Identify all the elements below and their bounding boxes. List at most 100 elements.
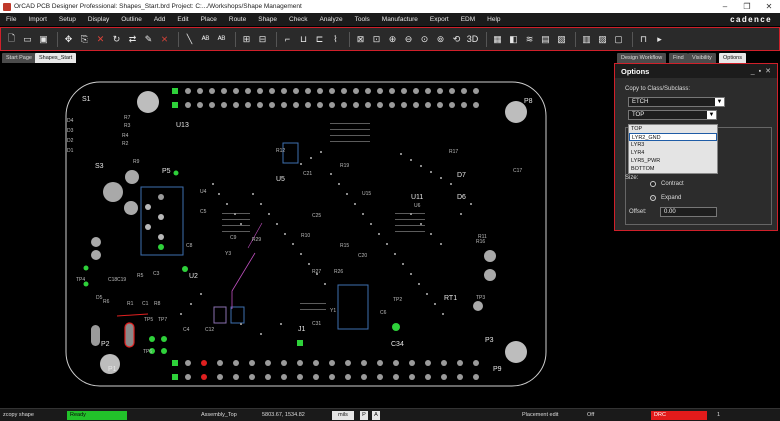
open-folder-icon[interactable]: ▭ [21, 33, 34, 46]
tab-shapes-start[interactable]: Shapes_Start [35, 53, 77, 63]
minimize-panel-icon[interactable]: _ [751, 68, 755, 75]
active-subclass[interactable]: Assembly_Top [201, 411, 237, 420]
menu-edm[interactable]: EDM [455, 16, 481, 23]
menu-shape[interactable]: Shape [252, 16, 283, 23]
refdes-label: U2 [189, 273, 198, 280]
menu-setup[interactable]: Setup [53, 16, 82, 23]
tab-start-page[interactable]: Start Page [2, 53, 36, 63]
chip-u5 [282, 142, 299, 164]
color-dialog-icon[interactable]: ▦ [491, 33, 504, 46]
toolbar-overflow-icon[interactable]: ▸ [653, 33, 666, 46]
slide-icon[interactable]: ⊔ [297, 33, 310, 46]
zoom-in-icon[interactable]: ⊕ [386, 33, 399, 46]
shadow-mode-icon[interactable]: ◧ [507, 33, 520, 46]
status-bar: zcopy shape Ready Assembly_Top 5803.67, … [0, 408, 780, 421]
subclass-option-lyr3[interactable]: LYR3 [629, 141, 717, 149]
spin-icon[interactable]: ↻ [110, 33, 123, 46]
measure-icon[interactable]: ▢ [612, 33, 625, 46]
refdes-label: R1 [127, 301, 134, 307]
menu-export[interactable]: Export [424, 16, 455, 23]
add-line-icon[interactable]: ╲ [183, 33, 196, 46]
grid-snap-icon[interactable]: ⊞ [240, 33, 253, 46]
subclass-select[interactable]: TOP ▼ [628, 110, 717, 120]
add-connect-icon[interactable]: ⌐ [281, 33, 294, 46]
delete-icon[interactable]: ✕ [94, 33, 107, 46]
tab-options[interactable]: Options [719, 53, 746, 63]
delay-tune-icon[interactable]: ⊏ [313, 33, 326, 46]
new-file-icon[interactable]: 🗋 [5, 33, 18, 46]
place-manual-icon[interactable]: ⊓ [637, 33, 650, 46]
subclass-option-top[interactable]: TOP [629, 125, 717, 133]
menu-help[interactable]: Help [481, 16, 506, 23]
p-button[interactable]: P [360, 411, 368, 420]
add-text-icon[interactable]: ᴬᴮ [199, 33, 212, 46]
zoom-window-icon[interactable]: ⊡ [370, 33, 383, 46]
zoom-fit-icon[interactable]: ⊠ [354, 33, 367, 46]
view-3d-icon[interactable]: 3D [466, 33, 479, 46]
mirror-icon[interactable]: ⇄ [126, 33, 139, 46]
edit-text-icon[interactable]: ᴬᴮ [215, 33, 228, 46]
menu-check[interactable]: Check [283, 16, 313, 23]
move-icon[interactable]: ✥ [62, 33, 75, 46]
refdes-label: P5 [162, 168, 171, 175]
custom-smooth-icon[interactable]: ⌇ [329, 33, 342, 46]
refdes-label: D5 [96, 295, 103, 301]
close-button[interactable]: ✕ [758, 2, 780, 11]
menu-place[interactable]: Place [195, 16, 223, 23]
design-canvas[interactable]: S1 P8 U13 D4 D3 D2 D1 R7 R3 C3 P5 S3 U5 … [0, 63, 613, 408]
menu-tools[interactable]: Tools [349, 16, 376, 23]
a-button[interactable]: A [372, 411, 380, 420]
connector-pins [145, 194, 164, 250]
subclass-option-lyr2-gnd[interactable]: LYR2_GND [629, 133, 717, 141]
refdes-label: C12 [205, 327, 215, 333]
mounting-hole [124, 201, 138, 215]
menu-analyze[interactable]: Analyze [313, 16, 348, 23]
subclass-option-bottom[interactable]: BOTTOM [629, 165, 717, 173]
drc-update-icon[interactable]: ▨ [596, 33, 609, 46]
ready-indicator: Ready [67, 411, 127, 420]
toolbar-separator [486, 31, 487, 47]
mounting-hole [103, 182, 123, 202]
menu-add[interactable]: Add [148, 16, 172, 23]
contract-radio[interactable]: Contract [650, 181, 684, 187]
subclass-option-lyr4[interactable]: LYR4 [629, 149, 717, 157]
dashboard-icon[interactable]: ▧ [555, 33, 568, 46]
refdes-label: C19 [117, 277, 127, 283]
menu-manufacture[interactable]: Manufacture [376, 16, 424, 23]
align-icon[interactable]: ⊟ [256, 33, 269, 46]
tab-find[interactable]: Find [669, 53, 688, 63]
refdes-label: C1 [142, 301, 149, 307]
pin-icon[interactable]: ✎ [142, 33, 155, 46]
redraw-icon[interactable]: ⟲ [450, 33, 463, 46]
menu-display[interactable]: Display [82, 16, 115, 23]
menu-route[interactable]: Route [223, 16, 252, 23]
menu-file[interactable]: File [0, 16, 22, 23]
menu-outline[interactable]: Outline [115, 16, 148, 23]
refdes-label: TP5 [144, 317, 154, 323]
zoom-out-icon[interactable]: ⊖ [402, 33, 415, 46]
close-panel-icon[interactable]: ✕ [765, 67, 771, 75]
unrats-icon[interactable]: ⨯ [158, 33, 171, 46]
expand-radio[interactable]: Expand [650, 195, 681, 201]
zoom-previous-icon[interactable]: ⊙ [418, 33, 431, 46]
minimize-button[interactable]: – [714, 2, 736, 11]
copy-icon[interactable]: ⎘ [78, 33, 91, 46]
zoom-world-icon[interactable]: ⊚ [434, 33, 447, 46]
drc-indicator[interactable]: DRC [651, 411, 707, 420]
layer-visibility-icon[interactable]: ≋ [523, 33, 536, 46]
maximize-button[interactable]: ❐ [736, 2, 758, 11]
units-indicator[interactable]: mils [332, 411, 354, 420]
tab-visibility[interactable]: Visibility [688, 53, 716, 63]
menu-edit[interactable]: Edit [171, 16, 194, 23]
refdes-label: C5 [200, 209, 207, 215]
refdes-label: R8 [154, 301, 161, 307]
save-icon[interactable]: ▣ [37, 33, 50, 46]
report-icon[interactable]: ▥ [580, 33, 593, 46]
offset-input[interactable]: 0.00 [660, 207, 717, 217]
subclass-option-lyr5-pwr[interactable]: LYR5_PWR [629, 157, 717, 165]
menu-import[interactable]: Import [22, 16, 52, 23]
tab-design-workflow[interactable]: Design Workflow [617, 53, 667, 63]
class-select[interactable]: ETCH ▼ [628, 97, 725, 107]
float-panel-icon[interactable]: ▪ [759, 68, 761, 75]
sheet-icon[interactable]: ▤ [539, 33, 552, 46]
